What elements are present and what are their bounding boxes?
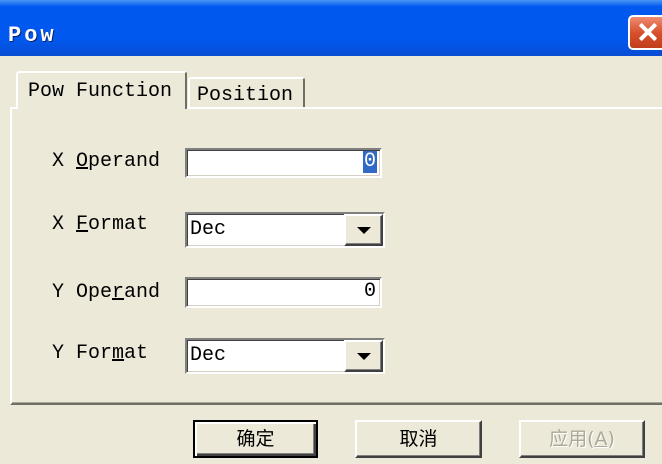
access-key-underline: F bbox=[76, 213, 89, 236]
access-key-underline: m bbox=[112, 342, 125, 365]
title-bar[interactable] bbox=[0, 0, 662, 56]
y-format-value[interactable]: Dec bbox=[190, 340, 226, 372]
dropdown-arrow-icon[interactable] bbox=[356, 227, 371, 234]
access-key-underline: A bbox=[594, 428, 608, 450]
ok-button[interactable]: 确定 bbox=[193, 420, 318, 458]
close-button[interactable] bbox=[628, 15, 662, 50]
y-format-select[interactable]: Dec bbox=[185, 338, 385, 374]
x-format-value[interactable]: Dec bbox=[190, 214, 226, 246]
y-operand-value[interactable]: 0 bbox=[363, 280, 377, 303]
x-format-label: X Format bbox=[52, 213, 149, 236]
access-key-underline: O bbox=[76, 150, 89, 173]
cancel-button[interactable]: 取消 bbox=[355, 420, 482, 458]
tab-position[interactable]: Position bbox=[188, 77, 305, 107]
dropdown-arrow-icon[interactable] bbox=[356, 353, 371, 360]
tab-pow-function[interactable]: Pow Function bbox=[16, 71, 187, 109]
x-operand-value[interactable]: 0 bbox=[362, 150, 377, 173]
y-format-label: Y Format bbox=[52, 342, 149, 365]
access-key-underline: r bbox=[112, 281, 125, 304]
x-operand-input[interactable]: 0 bbox=[185, 148, 382, 178]
x-format-dropdown-button[interactable] bbox=[344, 214, 383, 246]
y-format-dropdown-button[interactable] bbox=[344, 340, 383, 372]
x-format-select[interactable]: Dec bbox=[185, 212, 385, 248]
y-operand-input[interactable]: 0 bbox=[185, 277, 382, 308]
close-icon[interactable] bbox=[630, 17, 662, 48]
window-title: Pow bbox=[8, 23, 57, 48]
apply-button[interactable]: 应用(A) bbox=[519, 420, 645, 458]
x-operand-label: X Operand bbox=[52, 150, 161, 173]
y-operand-label: Y Operand bbox=[52, 281, 161, 304]
